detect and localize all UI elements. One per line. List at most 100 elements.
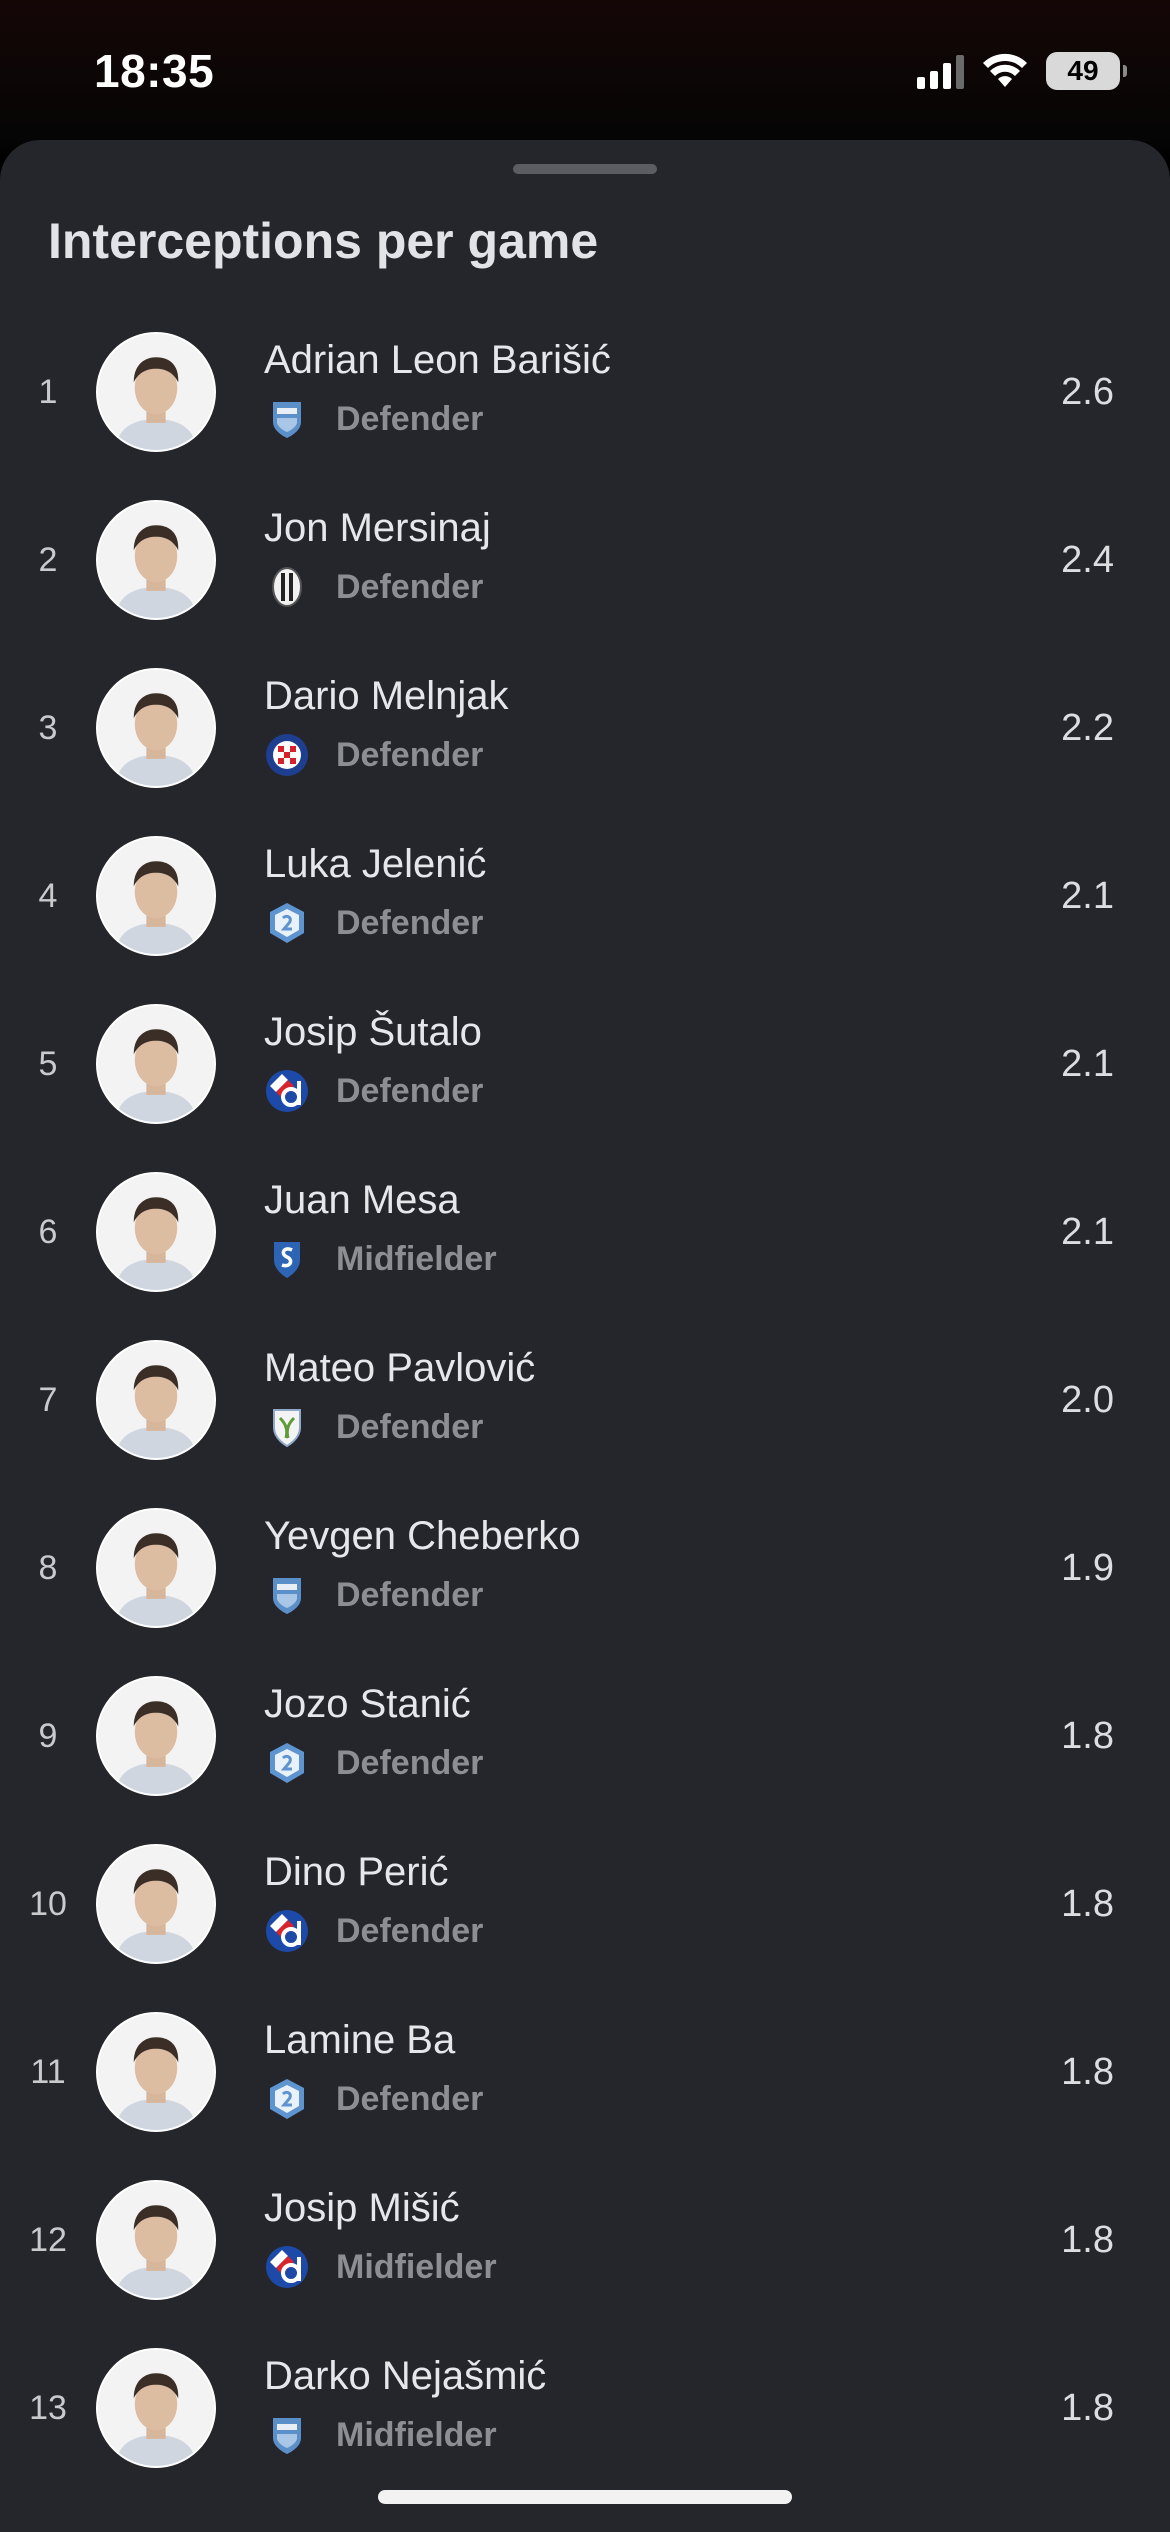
player-row[interactable]: 1 Adrian Leon Barišić Defender 2.6: [0, 330, 1170, 498]
battery-icon: 49: [1046, 52, 1127, 90]
player-row[interactable]: 8 Yevgen Cheberko Defender 1.9: [0, 1506, 1170, 1674]
player-name: Luka Jelenić: [264, 842, 487, 886]
player-position: Defender: [336, 1744, 484, 1782]
player-avatar: [96, 500, 216, 620]
player-name: Josip Mišić: [264, 2186, 460, 2230]
player-name: Yevgen Cheberko: [264, 1514, 581, 1558]
player-row[interactable]: 3 Dario Melnjak Defender 2.2: [0, 666, 1170, 834]
player-position: Midfielder: [336, 1240, 497, 1278]
player-position: Defender: [336, 1408, 484, 1446]
player-rank: 4: [38, 877, 58, 915]
player-avatar: [96, 1844, 216, 1964]
player-list: 1 Adrian Leon Barišić Defender 2.6 2 Jon…: [0, 330, 1170, 2514]
player-rank: 2: [38, 541, 58, 579]
sheet-grabber[interactable]: [513, 164, 657, 174]
player-rank: 5: [38, 1045, 58, 1083]
stat-value: 1.9: [1061, 1547, 1114, 1589]
player-avatar: [96, 332, 216, 452]
player-position: Defender: [336, 904, 484, 942]
sheet-title: Interceptions per game: [48, 213, 599, 269]
status-time: 18:35: [94, 45, 215, 97]
hexagon-crest-light-blue-icon: [264, 900, 310, 946]
player-name: Adrian Leon Barišić: [264, 338, 611, 382]
player-avatar: [96, 1004, 216, 1124]
player-avatar: [96, 2348, 216, 2468]
player-position: Defender: [336, 1912, 484, 1950]
cellular-signal-icon: [917, 53, 964, 89]
stat-value: 2.2: [1061, 707, 1114, 749]
app-screen: 18:35 49 Interceptions per game 1 Adrian…: [0, 0, 1170, 2532]
player-rank: 6: [38, 1213, 58, 1251]
player-name: Darko Nejašmić: [264, 2354, 547, 2398]
player-avatar: [96, 1340, 216, 1460]
player-position: Defender: [336, 400, 484, 438]
player-name: Jozo Stanić: [264, 1682, 471, 1726]
player-position: Midfielder: [336, 2248, 497, 2286]
player-avatar: [96, 2012, 216, 2132]
stat-value: 2.1: [1061, 1211, 1114, 1253]
player-rank: 7: [38, 1381, 58, 1419]
status-bar: 18:35 49: [0, 0, 1170, 140]
stat-value: 2.1: [1061, 1043, 1114, 1085]
checkered-d-crest-icon: [264, 1068, 310, 1114]
player-position: Defender: [336, 1576, 484, 1614]
player-row[interactable]: 6 Juan Mesa Midfielder 2.1: [0, 1170, 1170, 1338]
stat-value: 1.8: [1061, 2051, 1114, 2093]
player-rank: 10: [29, 1885, 67, 1923]
player-position: Defender: [336, 2080, 484, 2118]
player-avatar: [96, 1172, 216, 1292]
player-row[interactable]: 10 Dino Perić Defender 1.8: [0, 1842, 1170, 2010]
checkered-round-crest-icon: [264, 732, 310, 778]
player-name: Dino Perić: [264, 1850, 449, 1894]
striped-oval-crest-icon: [264, 564, 310, 610]
stat-value: 1.8: [1061, 2387, 1114, 2429]
player-position: Defender: [336, 568, 484, 606]
player-row[interactable]: 4 Luka Jelenić Defender 2.1: [0, 834, 1170, 1002]
status-icons: 49: [917, 52, 1127, 90]
player-avatar: [96, 836, 216, 956]
player-position: Defender: [336, 736, 484, 774]
player-rank: 1: [38, 373, 58, 411]
shield-crest-light-blue-icon: [264, 2412, 310, 2458]
hexagon-crest-light-blue-icon: [264, 1740, 310, 1786]
player-row[interactable]: 2 Jon Mersinaj Defender 2.4: [0, 498, 1170, 666]
player-row[interactable]: 11 Lamine Ba Defender 1.8: [0, 2010, 1170, 2178]
player-rank: 3: [38, 709, 58, 747]
shield-s-crest-icon: [264, 1236, 310, 1282]
battery-level: 49: [1067, 55, 1099, 86]
player-name: Jon Mersinaj: [264, 506, 491, 550]
player-row[interactable]: 9 Jozo Stanić Defender 1.8: [0, 1674, 1170, 1842]
stat-value: 2.4: [1061, 539, 1114, 581]
player-rank: 12: [29, 2221, 67, 2259]
home-indicator[interactable]: [378, 2490, 792, 2504]
player-name: Josip Šutalo: [264, 1010, 482, 1054]
stat-value: 1.8: [1061, 1715, 1114, 1757]
wifi-icon: [983, 53, 1027, 87]
stat-value: 2.1: [1061, 875, 1114, 917]
player-rank: 13: [29, 2389, 67, 2427]
checkered-d-crest-icon: [264, 2244, 310, 2290]
player-name: Lamine Ba: [264, 2018, 456, 2062]
player-row[interactable]: 13 Darko Nejašmić Midfielder 1.8: [0, 2346, 1170, 2514]
player-name: Juan Mesa: [264, 1178, 460, 1222]
stat-value: 1.8: [1061, 2219, 1114, 2261]
player-rank: 11: [30, 2053, 66, 2091]
stat-value: 2.0: [1061, 1379, 1114, 1421]
player-rank: 9: [38, 1717, 58, 1755]
player-row[interactable]: 5 Josip Šutalo Defender 2.1: [0, 1002, 1170, 1170]
player-avatar: [96, 1676, 216, 1796]
shield-crest-light-blue-icon: [264, 1572, 310, 1618]
player-position: Midfielder: [336, 2416, 497, 2454]
shield-crest-light-blue-icon: [264, 396, 310, 442]
bottom-sheet: Interceptions per game 1 Adrian Leon Bar…: [0, 140, 1170, 2532]
player-name: Dario Melnjak: [264, 674, 509, 718]
player-avatar: [96, 668, 216, 788]
player-position: Defender: [336, 1072, 484, 1110]
stat-value: 2.6: [1061, 371, 1114, 413]
white-shield-crest-icon: [264, 1404, 310, 1450]
player-row[interactable]: 7 Mateo Pavlović Defender 2.0: [0, 1338, 1170, 1506]
checkered-d-crest-icon: [264, 1908, 310, 1954]
player-row[interactable]: 12 Josip Mišić Midfielder 1.8: [0, 2178, 1170, 2346]
hexagon-crest-light-blue-icon: [264, 2076, 310, 2122]
player-name: Mateo Pavlović: [264, 1346, 536, 1390]
